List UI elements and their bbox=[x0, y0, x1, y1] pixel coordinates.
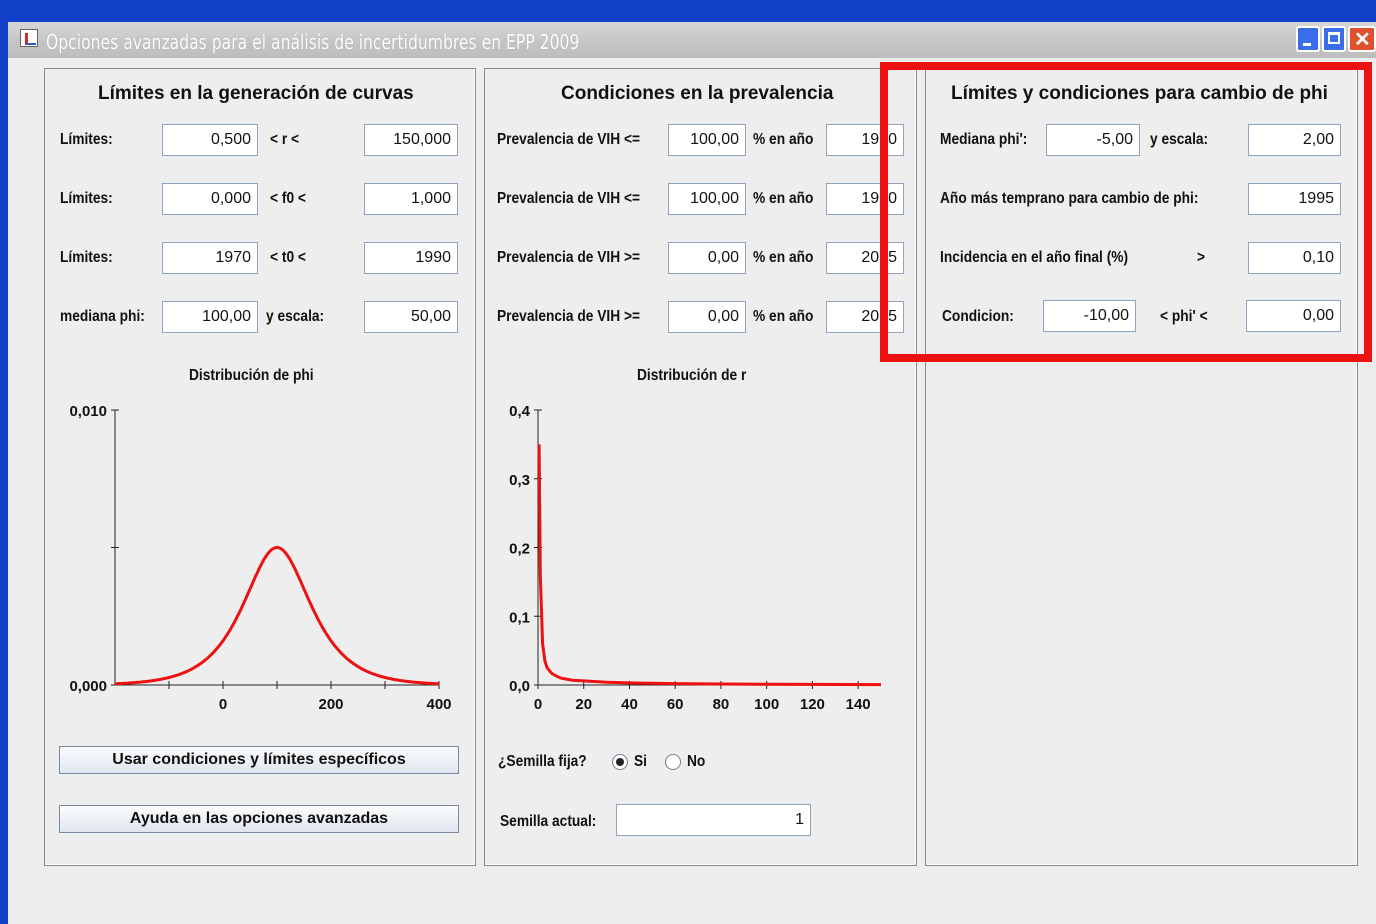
r-y-tick-label: 0,1 bbox=[509, 609, 530, 626]
r-x-tick-label: 0 bbox=[534, 696, 542, 713]
fixed-seed-yes-label: Si bbox=[634, 753, 648, 770]
f0-operator-label: < f0 < bbox=[270, 190, 306, 207]
prevalence-label-1: Prevalencia de VIH <= bbox=[497, 131, 641, 148]
maximize-button[interactable] bbox=[1322, 26, 1346, 52]
r-distribution-curve bbox=[537, 444, 882, 687]
phi-y-tick-label: 0,000 bbox=[69, 678, 107, 695]
curve-limits-title: Límites en la generación de curvas bbox=[98, 83, 414, 104]
phi-scale-label: y escala: bbox=[266, 308, 325, 325]
phi-median-field[interactable]: 100,00 bbox=[162, 301, 258, 333]
current-seed-label: Semilla actual: bbox=[500, 813, 597, 830]
current-seed-field[interactable]: 1 bbox=[616, 804, 811, 836]
r-x-tick-label: 140 bbox=[846, 696, 871, 713]
fixed-seed-label: ¿Semilla fija? bbox=[498, 753, 587, 770]
r-distribution-chart: 0,0 0,1 0,2 0,3 0,4 0 20 40 60 80 100 120 140 bbox=[509, 403, 882, 713]
fixed-seed-yes-radio[interactable] bbox=[612, 754, 628, 770]
r-x-tick-label: 40 bbox=[621, 696, 638, 713]
r-y-tick-label: 0,2 bbox=[509, 541, 530, 558]
r-min-field[interactable]: 0,500 bbox=[162, 124, 258, 156]
r-y-tick-label: 0,4 bbox=[509, 403, 531, 420]
prevalence-label-2: Prevalencia de VIH <= bbox=[497, 190, 641, 207]
phi-x-tick-label: 400 bbox=[426, 696, 451, 713]
advanced-options-help-button[interactable]: Ayuda en las opciones avanzadas bbox=[59, 805, 459, 833]
prevalence-year-label-4: % en año bbox=[753, 308, 814, 325]
fixed-seed-no-radio[interactable] bbox=[665, 754, 681, 770]
prevalence-value-field-4[interactable]: 0,00 bbox=[668, 301, 746, 333]
r-x-tick-label: 20 bbox=[575, 696, 592, 713]
phi-x-tick-label: 0 bbox=[219, 696, 227, 713]
r-max-field[interactable]: 150,000 bbox=[364, 124, 458, 156]
phi-median-label: mediana phi: bbox=[60, 308, 145, 325]
r-x-tick-label: 100 bbox=[754, 696, 779, 713]
close-button[interactable] bbox=[1348, 26, 1376, 52]
minimize-button[interactable] bbox=[1296, 26, 1320, 52]
r-x-tick-label: 60 bbox=[667, 696, 684, 713]
java-app-icon bbox=[20, 29, 38, 47]
window-title: Opciones avanzadas para el análisis de i… bbox=[46, 30, 580, 54]
r-x-tick-label: 80 bbox=[713, 696, 730, 713]
phi-distribution-chart: 0,000 0,010 0 200 400 bbox=[69, 403, 451, 713]
prevalence-label-4: Prevalencia de VIH >= bbox=[497, 308, 641, 325]
phi-x-tick-label: 200 bbox=[318, 696, 343, 713]
r-x-tick-label: 120 bbox=[800, 696, 825, 713]
r-y-tick-label: 0,3 bbox=[509, 472, 530, 489]
prevalence-value-field-3[interactable]: 0,00 bbox=[668, 242, 746, 274]
t0-min-field[interactable]: 1970 bbox=[162, 242, 258, 274]
prevalence-value-field-1[interactable]: 100,00 bbox=[668, 124, 746, 156]
r-chart-title: Distribución de r bbox=[637, 367, 747, 384]
fixed-seed-no-label: No bbox=[687, 753, 706, 770]
t0-limits-label: Límites: bbox=[60, 249, 113, 266]
phi-scale-field[interactable]: 50,00 bbox=[364, 301, 458, 333]
t0-max-field[interactable]: 1990 bbox=[364, 242, 458, 274]
phi-distribution-curve bbox=[114, 545, 440, 686]
prevalence-year-label-3: % en año bbox=[753, 249, 814, 266]
f0-min-field[interactable]: 0,000 bbox=[162, 183, 258, 215]
phi-chart-title: Distribución de phi bbox=[189, 367, 314, 384]
prevalence-conditions-title: Condiciones en la prevalencia bbox=[561, 83, 834, 104]
f0-max-field[interactable]: 1,000 bbox=[364, 183, 458, 215]
f0-limits-label: Límites: bbox=[60, 190, 113, 207]
r-operator-label: < r < bbox=[270, 131, 300, 148]
prevalence-year-label-2: % en año bbox=[753, 190, 814, 207]
highlight-annotation-box bbox=[880, 62, 1372, 362]
prevalence-value-field-2[interactable]: 100,00 bbox=[668, 183, 746, 215]
r-y-tick-label: 0,0 bbox=[509, 678, 530, 695]
use-specific-conditions-button[interactable]: Usar condiciones y límites específicos bbox=[59, 746, 459, 774]
phi-y-tick-label: 0,010 bbox=[69, 403, 107, 420]
prevalence-label-3: Prevalencia de VIH >= bbox=[497, 249, 641, 266]
t0-operator-label: < t0 < bbox=[270, 249, 306, 266]
r-limits-label: Límites: bbox=[60, 131, 113, 148]
prevalence-year-label-1: % en año bbox=[753, 131, 814, 148]
